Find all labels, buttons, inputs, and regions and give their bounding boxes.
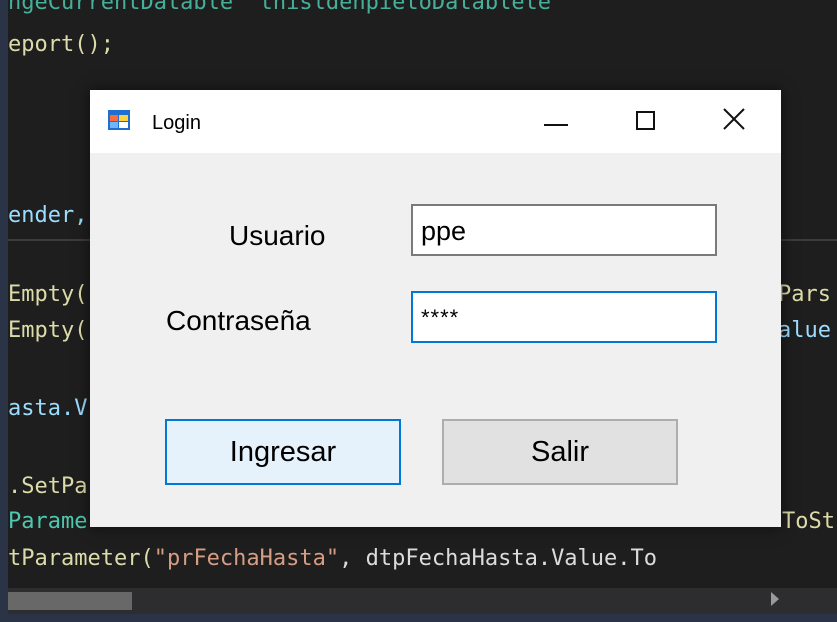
code-line-8-right: ToSt [782, 509, 835, 534]
code-line-1: ngeCurrentDatable thisldehpietoDatablete [8, 0, 552, 15]
window-title: Login [152, 112, 201, 134]
minimize-button[interactable] [511, 90, 601, 153]
code-line-6: asta.V [8, 396, 88, 421]
close-button[interactable] [691, 90, 781, 153]
code-args: , dtpFechaHasta.Value.To [339, 546, 658, 571]
app-window-icon [108, 110, 130, 130]
contrasena-input[interactable]: **** [411, 291, 717, 343]
usuario-input[interactable]: ppe [411, 204, 717, 256]
horizontal-scrollbar[interactable] [8, 588, 837, 614]
code-line-2: eport(); [8, 32, 114, 57]
code-line-9: tParameter("prFechaHasta", dtpFechaHasta… [8, 546, 657, 572]
minimize-icon [544, 124, 568, 126]
maximize-button[interactable] [601, 90, 691, 153]
code-line-8: Parame [8, 509, 88, 534]
code-line-4: Empty( [8, 282, 88, 307]
code-method: tParameter( [8, 546, 154, 571]
close-icon [723, 108, 745, 130]
title-bar[interactable]: Login [90, 90, 781, 153]
code-line-5-right: alue [778, 318, 831, 343]
code-line-7: .SetPa [8, 474, 88, 499]
scrollbar-thumb[interactable] [8, 592, 132, 610]
scroll-right-arrow-icon[interactable] [771, 592, 779, 606]
usuario-label: Usuario [229, 220, 326, 251]
bottom-strip [8, 614, 837, 622]
code-line-3: ender, [8, 203, 88, 228]
maximize-icon [636, 111, 655, 130]
ingresar-button[interactable]: Ingresar [165, 419, 401, 485]
code-line-5: Empty( [8, 318, 88, 343]
code-string: "prFechaHasta" [153, 546, 340, 571]
login-window: Login Usuario ppe Contraseña **** Ingres… [90, 90, 781, 527]
salir-button[interactable]: Salir [442, 419, 678, 485]
contrasena-label: Contraseña [166, 305, 311, 336]
code-line-4-right: Pars [778, 282, 831, 307]
